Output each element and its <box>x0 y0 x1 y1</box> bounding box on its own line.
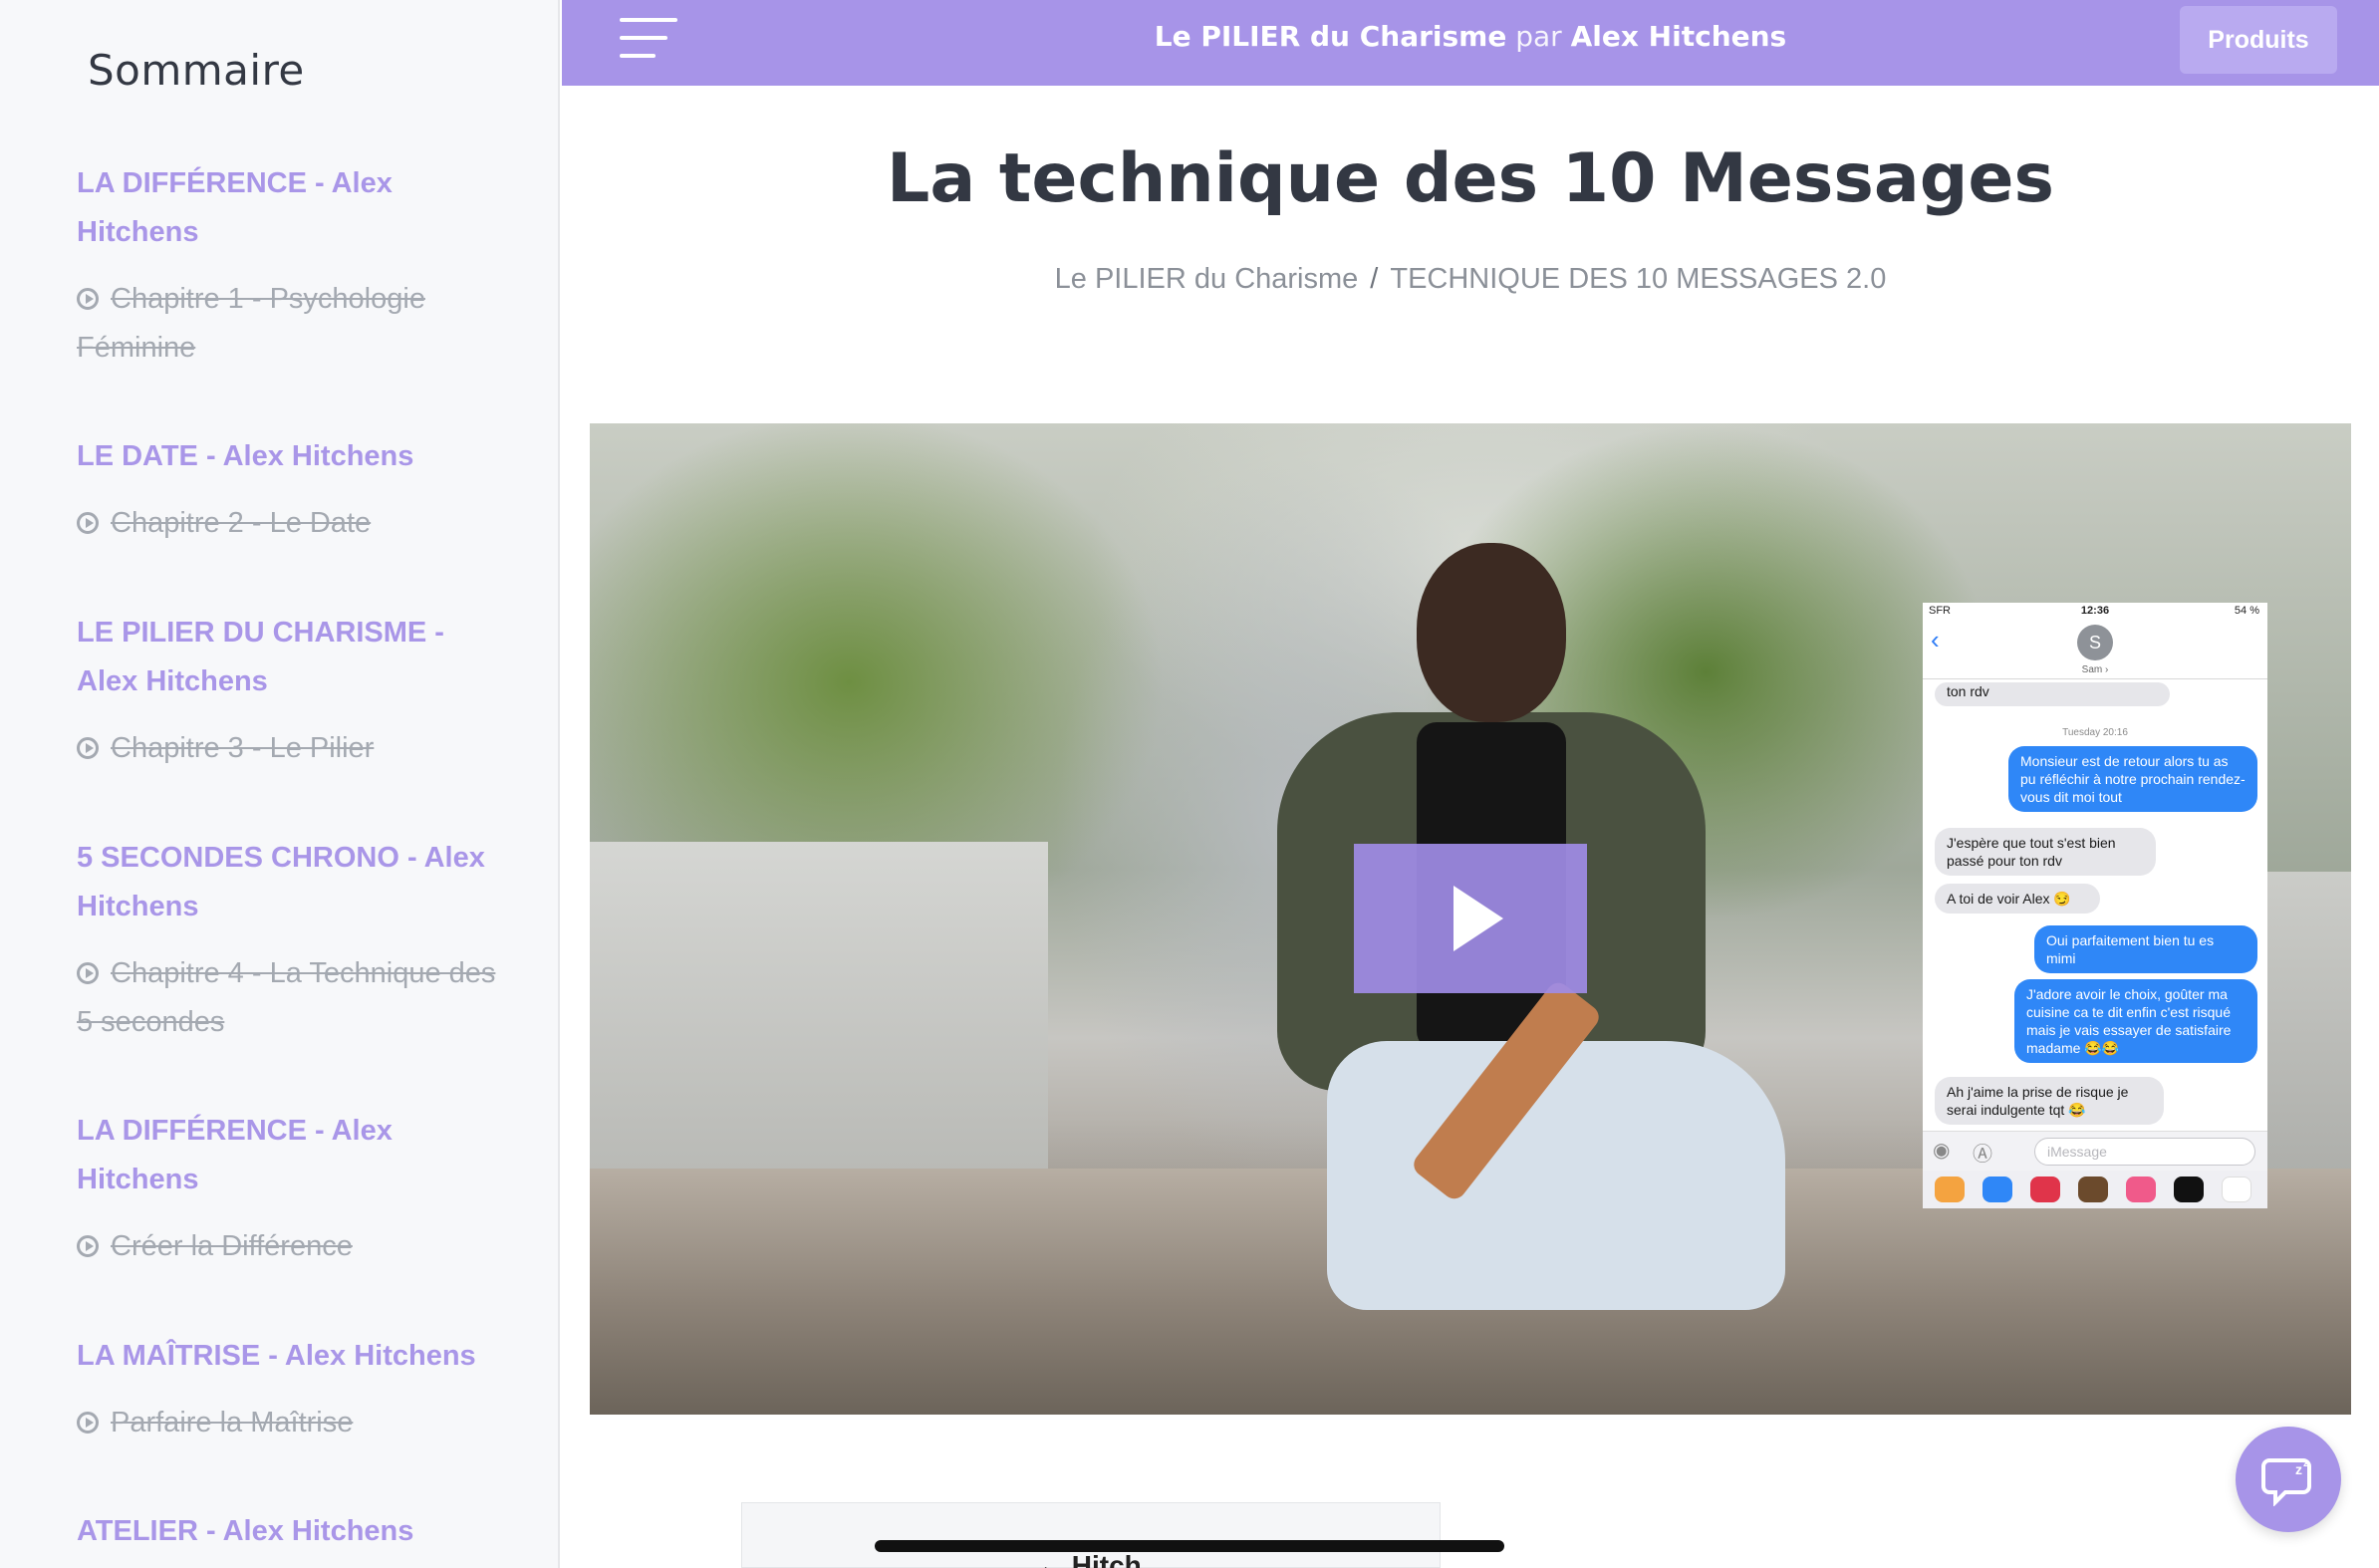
svg-text:z: z <box>2303 1458 2308 1469</box>
chapter-label: Parfaire la Maîtrise <box>111 1407 354 1438</box>
video-player[interactable]: SFR 12:36 54 % ‹ S Sam › ton rdv Tuesday… <box>590 423 2351 1415</box>
message-timestamp: Tuesday 20:16 <box>2062 727 2128 738</box>
chapter-label: Chapitre 2 - Le Date <box>111 507 372 539</box>
chevron-left-icon: ‹ <box>1931 625 1940 654</box>
chapter-link[interactable]: Chapitre 2 - Le Date <box>77 499 505 548</box>
chapter-link[interactable]: Parfaire la Maîtrise <box>77 1399 505 1447</box>
play-circle-icon <box>77 737 99 759</box>
search-images-icon <box>2030 1176 2060 1202</box>
back-link[interactable]: ← Hitch <box>1036 1550 1142 1568</box>
produits-button[interactable]: Produits <box>2180 6 2337 74</box>
message-input-bar: ◉ Ⓐ iMessage <box>1923 1131 2267 1171</box>
chapter-link[interactable]: Créer la Différence <box>77 1222 505 1271</box>
chat-bubble-icon[interactable]: z z <box>2236 1427 2341 1532</box>
video-background-wall <box>590 842 1048 1171</box>
top-bar: Le PILIER du Charisme par Alex Hitchens … <box>562 0 2379 86</box>
memoji-icon <box>2078 1176 2108 1202</box>
brand-par: par <box>1515 20 1562 53</box>
chapter-link[interactable]: Chapitre 4 - La Technique des 5 secondes <box>77 949 505 1047</box>
breadcrumb-separator: / <box>1370 263 1379 295</box>
sidebar-section: LE DATE - Alex Hitchens Chapitre 2 - Le … <box>77 432 505 548</box>
sidebar-section: LA MAÎTRISE - Alex Hitchens Parfaire la … <box>77 1332 505 1447</box>
app-store-icon: Ⓐ <box>1973 1144 1992 1166</box>
play-circle-icon <box>77 512 99 534</box>
svg-text:z: z <box>2295 1461 2302 1477</box>
breadcrumb-course-link[interactable]: Le PILIER du Charisme <box>1055 263 1359 295</box>
message-bubble: Ah j'aime la prise de risque je serai in… <box>1935 1077 2164 1125</box>
message-bubble: J'espère que tout s'est bien passé pour … <box>1935 828 2156 876</box>
message-bubble: J'adore avoir le choix, goûter ma cuisin… <box>2014 979 2257 1063</box>
sidebar-section: LA DIFFÉRENCE - Alex Hitchens Créer la D… <box>77 1107 505 1271</box>
phone-screenshot: SFR 12:36 54 % ‹ S Sam › ton rdv Tuesday… <box>1923 603 2267 1208</box>
breadcrumb: Le PILIER du Charisme / TECHNIQUE DES 10 M… <box>562 263 2379 296</box>
page-title: La technique des 10 Messages <box>887 139 2054 218</box>
app-dock <box>1923 1171 2267 1208</box>
sidebar-section: LA DIFFÉRENCE - Alex Hitchens Chapitre 1… <box>77 159 505 373</box>
sidebar-section: LE PILIER DU CHARISME - Alex Hitchens Ch… <box>77 609 505 773</box>
photos-app-icon <box>1935 1176 1965 1202</box>
digital-touch-icon <box>2174 1176 2204 1202</box>
sidebar-section: 5 SECONDES CHRONO - Alex Hitchens Chapit… <box>77 834 505 1047</box>
play-circle-icon <box>77 288 99 310</box>
sidebar-title: Sommaire <box>88 46 305 95</box>
battery: 54 % <box>2234 605 2259 617</box>
home-indicator <box>875 1540 1504 1552</box>
section-title[interactable]: LE PILIER DU CHARISME - Alex Hitchens <box>77 609 505 706</box>
camera-icon: ◉ <box>1933 1140 1951 1162</box>
brand-course-name: Le PILIER du Charisme <box>1154 20 1507 53</box>
play-icon[interactable] <box>1354 844 1587 993</box>
avatar: S <box>2077 625 2113 660</box>
sidebar: Sommaire LA DIFFÉRENCE - Alex Hitchens C… <box>0 0 560 1568</box>
section-title[interactable]: LA MAÎTRISE - Alex Hitchens <box>77 1332 505 1381</box>
chapter-label: Créer la Différence <box>111 1230 353 1262</box>
phone-time: 12:36 <box>2080 605 2110 617</box>
chapter-label: Chapitre 1 - Psychologie Féminine <box>77 283 425 364</box>
sidebar-section: ATELIER - Alex Hitchens <box>77 1507 505 1556</box>
section-title[interactable]: LE DATE - Alex Hitchens <box>77 432 505 481</box>
chapter-link[interactable]: Chapitre 1 - Psychologie Féminine <box>77 275 505 373</box>
music-icon <box>2126 1176 2156 1202</box>
play-circle-icon <box>77 1412 99 1434</box>
message-bubble: Monsieur est de retour alors tu as pu ré… <box>2008 746 2257 812</box>
play-circle-icon <box>77 1235 99 1257</box>
section-title[interactable]: ATELIER - Alex Hitchens <box>77 1507 505 1556</box>
contact-name: Sam › <box>2081 664 2109 675</box>
section-title[interactable]: 5 SECONDES CHRONO - Alex Hitchens <box>77 834 505 931</box>
more-apps-icon <box>2222 1176 2251 1202</box>
chapter-link[interactable]: Chapitre 3 - Le Pilier <box>77 724 505 773</box>
section-title[interactable]: LA DIFFÉRENCE - Alex Hitchens <box>77 159 505 257</box>
imessage-input: iMessage <box>2034 1138 2255 1166</box>
course-brand: Le PILIER du Charisme par Alex Hitchens <box>562 20 2379 53</box>
message-bubble: ton rdv <box>1935 682 2170 706</box>
section-title[interactable]: LA DIFFÉRENCE - Alex Hitchens <box>77 1107 505 1204</box>
play-circle-icon <box>77 962 99 984</box>
chapter-label: Chapitre 4 - La Technique des 5 secondes <box>77 957 496 1038</box>
phone-status-bar: SFR 12:36 54 % <box>1923 603 2267 619</box>
message-bubble: A toi de voir Alex 😏 <box>1935 884 2100 914</box>
brand-author: Alex Hitchens <box>1570 20 1787 53</box>
app-store-icon <box>1982 1176 2012 1202</box>
breadcrumb-current: TECHNIQUE DES 10 MESSAGES 2.0 <box>1390 263 1887 295</box>
message-bubble: Oui parfaitement bien tu es mimi <box>2034 925 2257 973</box>
chapter-label: Chapitre 3 - Le Pilier <box>111 732 375 764</box>
